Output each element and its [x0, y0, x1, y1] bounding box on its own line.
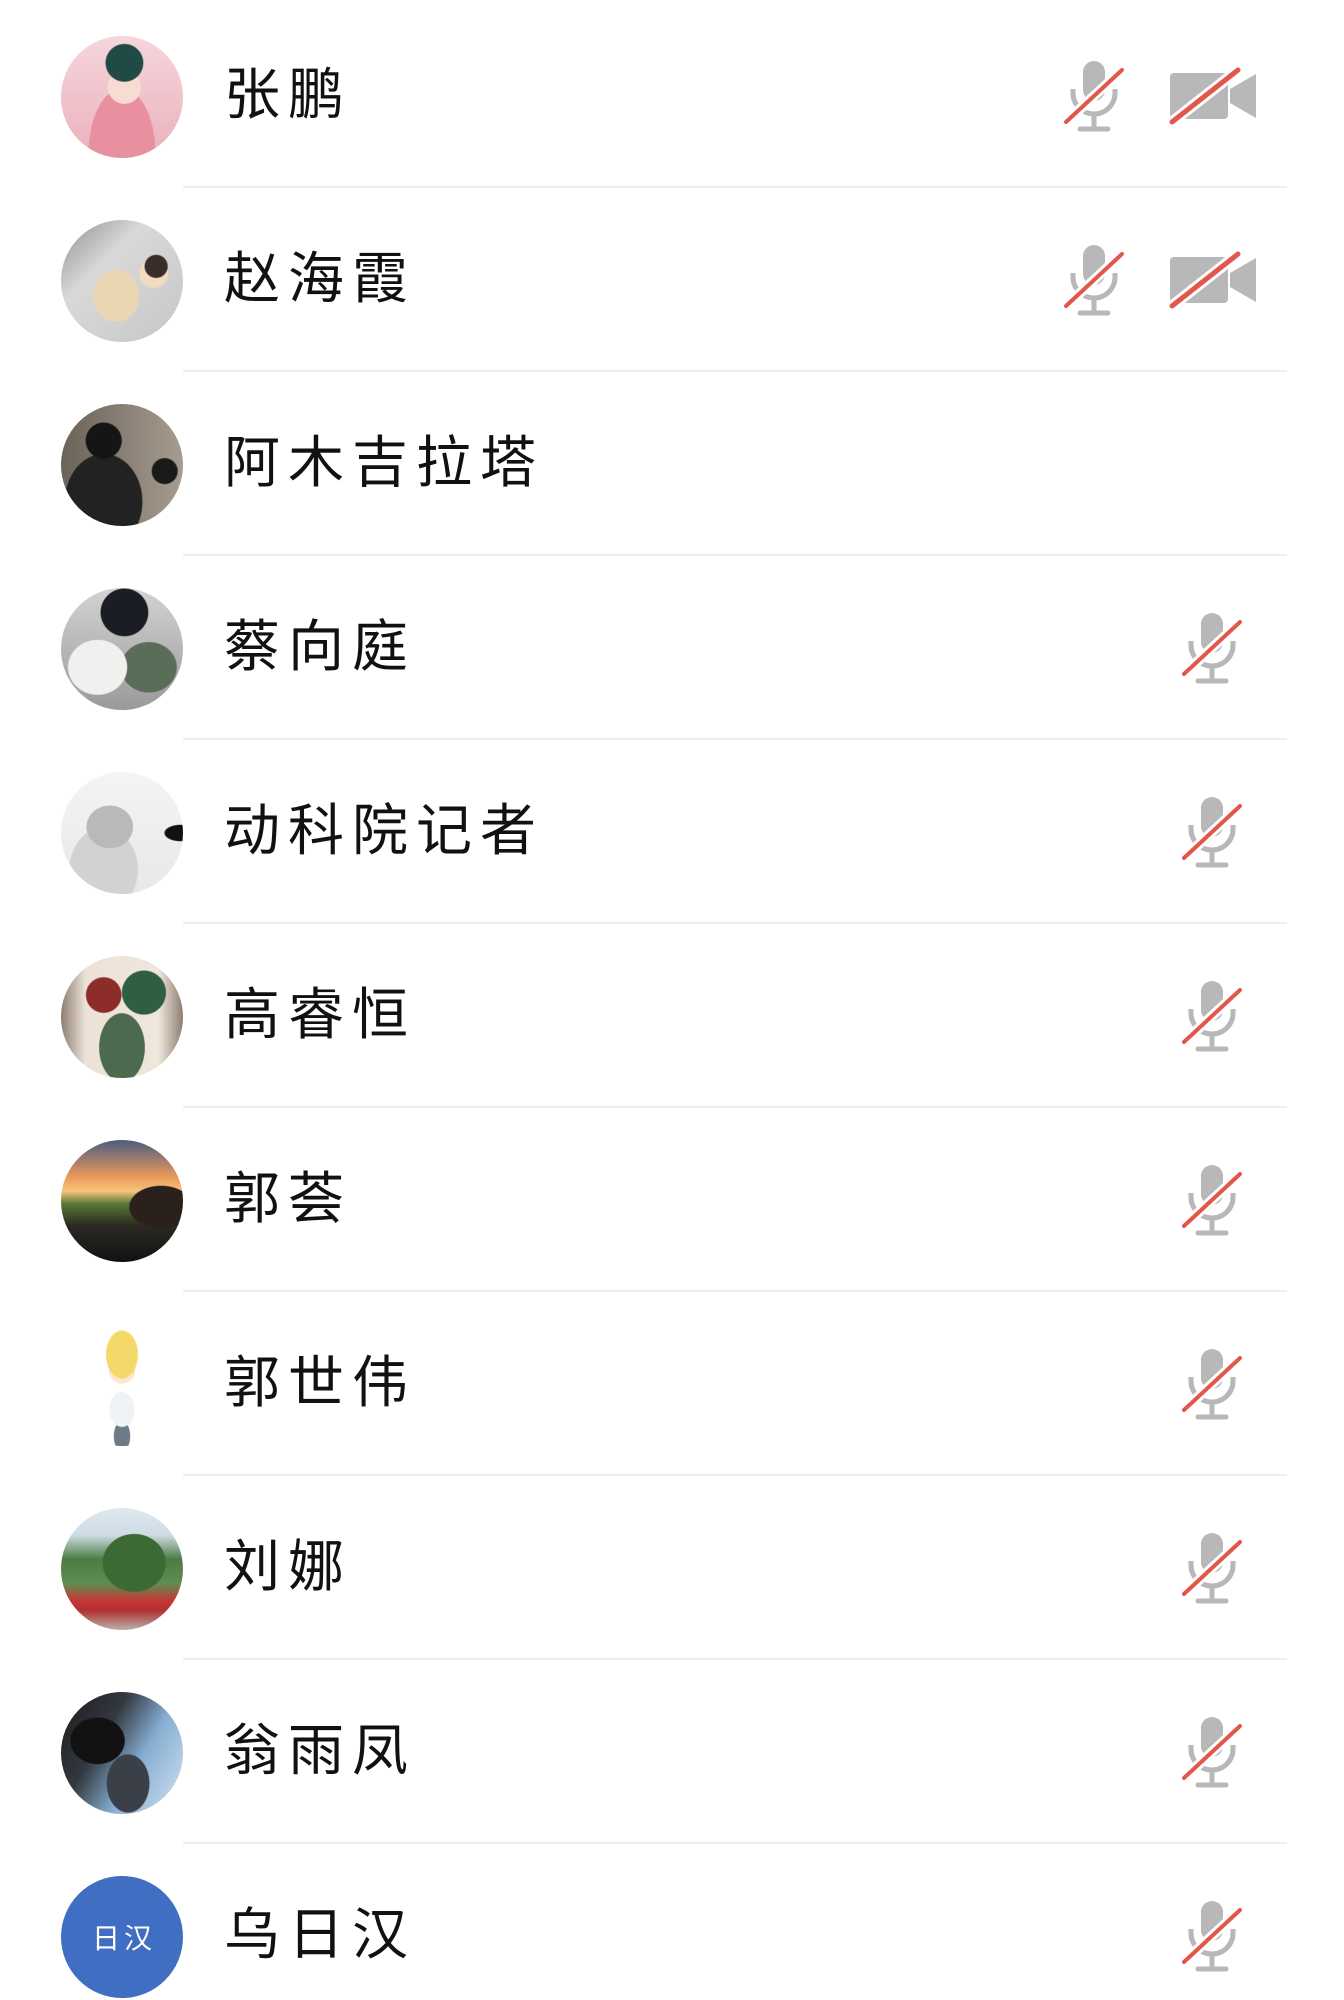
avatar — [61, 36, 183, 158]
avatar — [61, 588, 183, 710]
participant-row[interactable]: 郭荟 — [0, 1108, 1344, 1292]
participant-name: 蔡向庭 — [224, 615, 416, 680]
mic-off-icon — [1180, 1533, 1244, 1604]
participant-row[interactable]: 郭世伟 — [0, 1292, 1344, 1476]
avatar — [61, 1324, 183, 1446]
participant-name: 刘娜 — [224, 1535, 352, 1600]
participant-row[interactable]: 翁雨凤 — [0, 1660, 1344, 1844]
participant-row[interactable]: 高睿恒 — [0, 924, 1344, 1108]
participant-row[interactable]: 动科院记者 — [0, 740, 1344, 924]
participant-name: 高睿恒 — [224, 983, 416, 1048]
mic-off-icon — [1180, 1349, 1244, 1420]
avatar — [61, 956, 183, 1078]
participant-row[interactable]: 赵海霞 — [0, 188, 1344, 372]
mic-off-icon — [1180, 1165, 1244, 1236]
mic-off-icon — [1062, 245, 1126, 316]
participant-row[interactable]: 刘娜 — [0, 1476, 1344, 1660]
video-off-icon — [1168, 251, 1256, 309]
mic-off-icon — [1180, 981, 1244, 1052]
participant-row[interactable]: 日汉 乌日汉 — [0, 1844, 1344, 2000]
mic-off-icon — [1180, 613, 1244, 684]
participant-row[interactable]: 蔡向庭 — [0, 556, 1344, 740]
participant-name: 郭荟 — [224, 1167, 352, 1232]
video-off-icon — [1168, 67, 1256, 125]
mic-off-icon — [1180, 797, 1244, 868]
mic-off-icon — [1180, 1901, 1244, 1972]
avatar-initials: 日汉 — [91, 1922, 156, 1955]
participant-name: 阿木吉拉塔 — [224, 431, 544, 496]
participant-name: 动科院记者 — [224, 799, 544, 864]
avatar — [61, 1140, 183, 1262]
mic-off-icon — [1062, 61, 1126, 132]
participant-name: 乌日汉 — [224, 1903, 416, 1968]
avatar — [61, 772, 183, 894]
participant-name: 翁雨凤 — [224, 1719, 416, 1784]
avatar — [61, 220, 183, 342]
avatar — [61, 404, 183, 526]
avatar — [61, 1692, 183, 1814]
participant-row[interactable]: 张鹏 — [0, 4, 1344, 188]
avatar: 日汉 — [61, 1876, 183, 1998]
participant-name: 张鹏 — [224, 63, 352, 128]
participant-list: 张鹏 赵海霞 阿木吉拉塔 蔡向庭 动科院记者 高睿恒 郭荟 郭世伟 刘娜 翁雨凤… — [0, 0, 1344, 2000]
avatar — [61, 1508, 183, 1630]
mic-off-icon — [1180, 1717, 1244, 1788]
participant-row[interactable]: 阿木吉拉塔 — [0, 372, 1344, 556]
participant-name: 郭世伟 — [224, 1351, 416, 1416]
participant-name: 赵海霞 — [224, 247, 416, 312]
